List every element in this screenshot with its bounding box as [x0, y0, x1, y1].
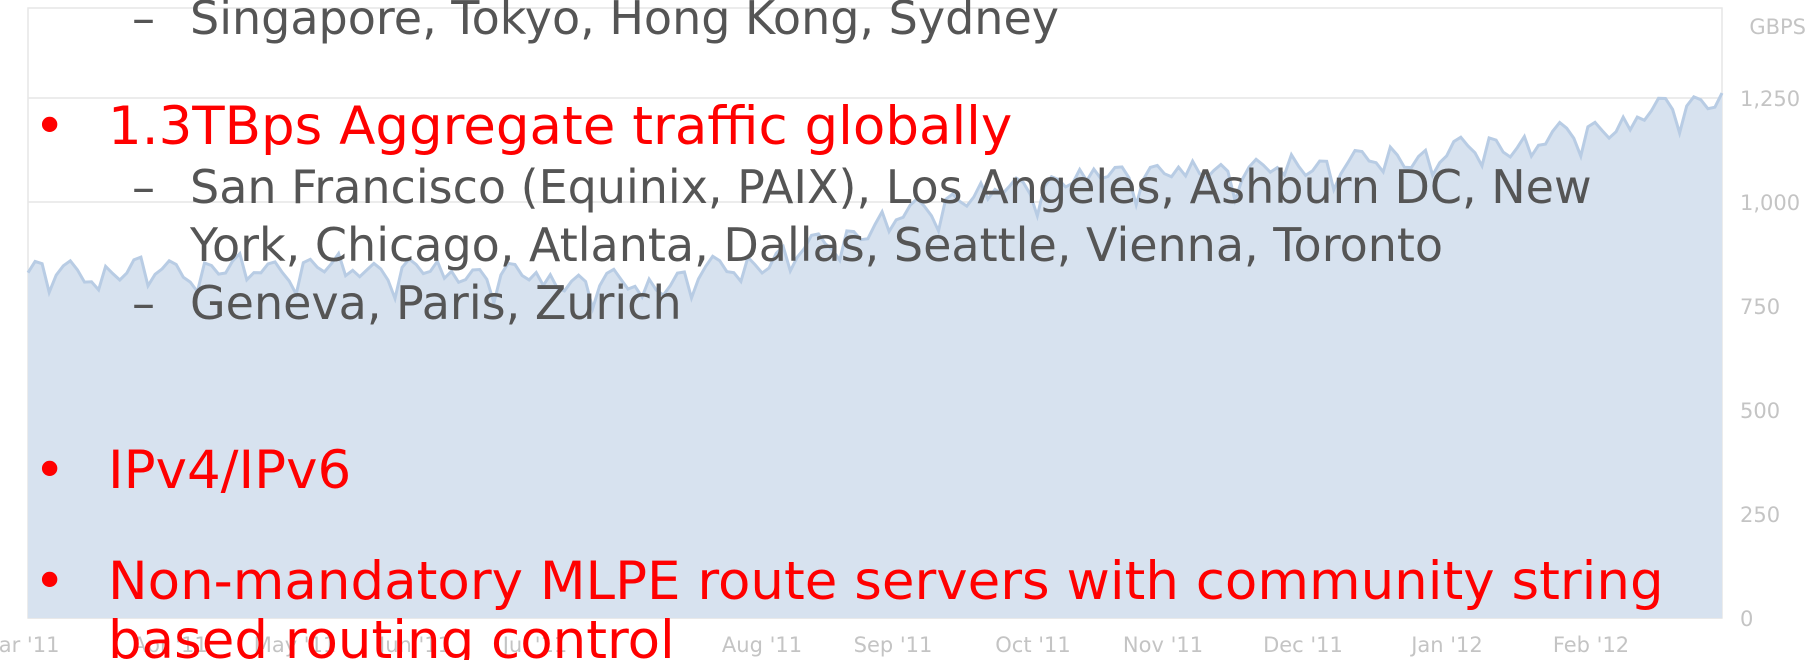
y-tick-label: 1,000 [1740, 191, 1800, 215]
x-tick-label: Aug '11 [722, 633, 802, 657]
slide: 1,2501,0007505002500 Jar '11Apr '11May '… [0, 0, 1816, 660]
bullet-dot: • [34, 96, 66, 157]
sub-bullet-dash: – [132, 276, 155, 330]
bullet-dot: • [34, 551, 66, 612]
sub-bullet-asia-pacific: Singapore, Tokyo, Hong Kong, Sydney [190, 0, 1059, 45]
sub-bullet-europe: Geneva, Paris, Zurich [190, 276, 682, 330]
bullet-route-servers-line-2: based routing control [108, 610, 675, 660]
y-tick-label: 500 [1740, 399, 1780, 423]
x-tick-label: Feb '12 [1553, 633, 1629, 657]
bullet-aggregate-traffic: 1.3TBps Aggregate traffic globally [108, 96, 1013, 157]
x-tick-label: Jar '11 [0, 633, 59, 657]
x-tick-label: Nov '11 [1123, 633, 1203, 657]
sub-bullet-us-cities-line-2: York, Chicago, Atlanta, Dallas, Seattle,… [190, 218, 1444, 272]
sub-bullet-dash: – [132, 160, 155, 214]
y-axis-ticks: 1,250 1,000 750 500 250 0 [1740, 87, 1800, 631]
y-axis-unit-label: GBPS [1749, 15, 1806, 39]
bullet-route-servers-line-1: Non-mandatory MLPE route servers with co… [108, 551, 1664, 612]
sub-bullet-us-cities-line-1: San Francisco (Equinix, PAIX), Los Angel… [190, 160, 1592, 214]
y-tick-label: 0 [1740, 607, 1753, 631]
y-tick-label: 750 [1740, 295, 1780, 319]
sub-bullet-dash: – [132, 0, 155, 45]
bullet-ipv4-ipv6: IPv4/IPv6 [108, 440, 352, 501]
x-tick-label: Oct '11 [995, 633, 1070, 657]
y-tick-label: 250 [1740, 503, 1780, 527]
x-tick-label: Jan '12 [1409, 633, 1483, 657]
x-tick-label: Dec '11 [1263, 633, 1343, 657]
y-tick-label: 1,250 [1740, 87, 1800, 111]
x-tick-label: Sep '11 [854, 633, 933, 657]
bullet-dot: • [34, 440, 66, 501]
